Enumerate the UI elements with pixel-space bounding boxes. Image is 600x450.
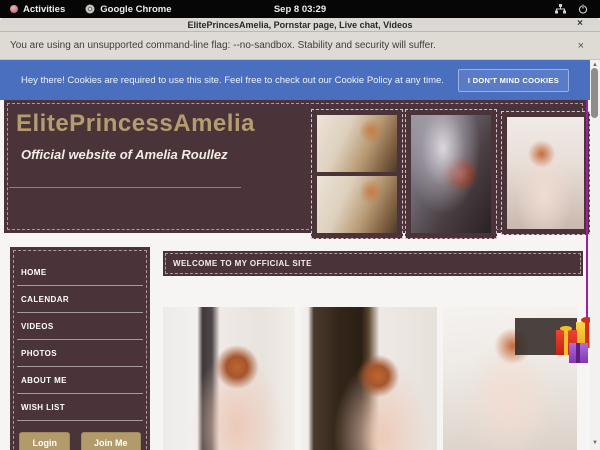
welcome-heading: WELCOME TO MY OFFICIAL SITE <box>173 259 312 268</box>
header-thumbnail-smoking[interactable] <box>405 109 497 239</box>
sidebar-item-wish-list[interactable]: WISH LIST <box>17 394 143 421</box>
photo-placeholder <box>507 117 584 229</box>
gift-ribbon-line <box>586 100 588 332</box>
page-viewport: Hey there! Cookies are required to use t… <box>0 60 600 450</box>
window-close-icon[interactable]: × <box>577 18 583 29</box>
photo-placeholder <box>411 115 491 233</box>
sidebar: HOME CALENDAR VIDEOS PHOTOS ABOUT ME WIS… <box>10 247 150 450</box>
vertical-scrollbar[interactable]: ▲ ▼ <box>590 60 600 450</box>
desktop-screen: Activities Google Chrome Sep 8 03:29 <box>0 0 600 450</box>
sidebar-item-calendar[interactable]: CALENDAR <box>17 286 143 313</box>
gift-box-icon <box>569 343 588 363</box>
welcome-heading-bar: WELCOME TO MY OFFICIAL SITE <box>163 251 583 276</box>
activities-indicator-icon <box>10 5 18 13</box>
site-header: ElitePrincessAmelia Official website of … <box>4 100 586 233</box>
photo-placeholder <box>317 115 397 172</box>
infobar-close-icon[interactable]: × <box>578 40 590 52</box>
login-button[interactable]: Login <box>19 432 70 450</box>
site-logo-title[interactable]: ElitePrincessAmelia <box>16 110 255 138</box>
chrome-icon <box>85 4 95 14</box>
sidebar-item-home[interactable]: HOME <box>17 259 143 286</box>
top-bar: Activities Google Chrome Sep 8 03:29 <box>0 0 600 18</box>
cookie-notice-bar: Hey there! Cookies are required to use t… <box>0 60 590 100</box>
header-thumbnail-collage[interactable] <box>311 109 403 239</box>
sandbox-warning-infobar: You are using an unsupported command-lin… <box>0 32 600 60</box>
app-menu-label: Google Chrome <box>100 4 171 15</box>
main-photo-wardrobe[interactable] <box>300 307 437 450</box>
power-icon[interactable] <box>578 4 588 14</box>
activities-button[interactable]: Activities <box>0 0 75 18</box>
photo-placeholder <box>317 176 397 233</box>
main-photo-curtain[interactable] <box>163 307 295 450</box>
cookie-message: Hey there! Cookies are required to use t… <box>21 75 444 86</box>
network-icon[interactable] <box>555 4 566 14</box>
scrollbar-down-icon[interactable]: ▼ <box>590 438 600 448</box>
join-me-button[interactable]: Join Me <box>81 432 141 450</box>
header-divider <box>9 187 241 188</box>
infobar-message: You are using an unsupported command-lin… <box>10 40 436 51</box>
sidebar-item-videos[interactable]: VIDEOS <box>17 313 143 340</box>
activities-label: Activities <box>23 4 65 15</box>
site-subtitle: Official website of Amelia Roullez <box>21 147 228 162</box>
header-thumbnail-bed[interactable] <box>501 111 590 235</box>
sidebar-nav: HOME CALENDAR VIDEOS PHOTOS ABOUT ME WIS… <box>17 259 143 421</box>
app-menu-button[interactable]: Google Chrome <box>75 0 181 18</box>
window-title: ElitePrincesAmelia, Pornstar page, Live … <box>188 20 413 30</box>
scrollbar-thumb[interactable] <box>591 68 598 118</box>
window-title-bar: ElitePrincesAmelia, Pornstar page, Live … <box>0 18 600 32</box>
sidebar-item-about-me[interactable]: ABOUT ME <box>17 367 143 394</box>
cookie-accept-button[interactable]: I DON'T MIND COOKIES <box>458 69 569 92</box>
sidebar-item-photos[interactable]: PHOTOS <box>17 340 143 367</box>
